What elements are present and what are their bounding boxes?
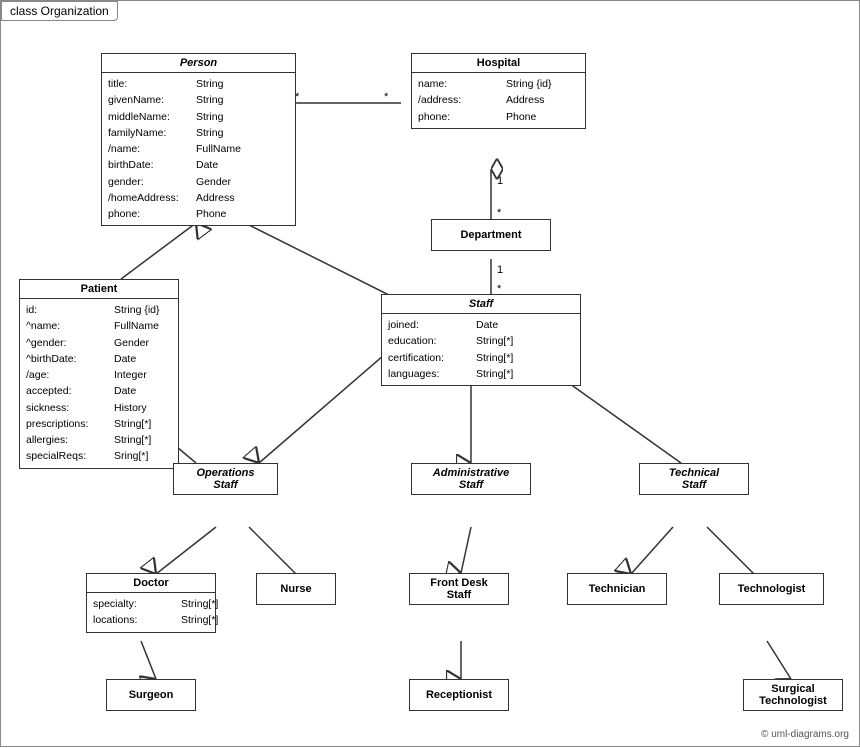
operations-staff-class: OperationsStaff [173, 463, 278, 495]
administrative-staff-class: AdministrativeStaff [411, 463, 531, 495]
staff-title: Staff [382, 295, 580, 314]
technician-title: Technician [576, 580, 658, 598]
surgical-technologist-class: SurgicalTechnologist [743, 679, 843, 711]
staff-class: Staff joined:Date education:String[*] ce… [381, 294, 581, 386]
technologist-title: Technologist [728, 580, 815, 598]
front-desk-staff-class: Front DeskStaff [409, 573, 509, 605]
svg-text:*: * [497, 207, 502, 219]
doctor-title: Doctor [87, 574, 215, 593]
front-desk-staff-title: Front DeskStaff [410, 574, 508, 604]
doctor-class: Doctor specialty:String[*] locations:Str… [86, 573, 216, 633]
administrative-staff-title: AdministrativeStaff [412, 464, 530, 494]
hospital-attrs: name:String {id} /address:Address phone:… [412, 73, 585, 128]
person-attrs: title:String givenName:String middleName… [102, 73, 295, 225]
surgeon-title: Surgeon [115, 686, 187, 704]
hospital-class: Hospital name:String {id} /address:Addre… [411, 53, 586, 129]
patient-class: Patient id:String {id} ^name:FullName ^g… [19, 279, 179, 469]
staff-attrs: joined:Date education:String[*] certific… [382, 314, 580, 385]
technologist-class: Technologist [719, 573, 824, 605]
doctor-attrs: specialty:String[*] locations:String[*] [87, 593, 215, 632]
receptionist-class: Receptionist [409, 679, 509, 711]
patient-title: Patient [20, 280, 178, 299]
hospital-title: Hospital [412, 54, 585, 73]
svg-text:1: 1 [497, 175, 503, 187]
surgical-technologist-title: SurgicalTechnologist [744, 680, 842, 710]
receptionist-title: Receptionist [418, 686, 500, 704]
person-title: Person [102, 54, 295, 73]
nurse-class: Nurse [256, 573, 336, 605]
svg-text:*: * [384, 91, 389, 103]
diagram-title: class Organization [1, 1, 118, 21]
diagram-container: class Organization * * [0, 0, 860, 747]
operations-staff-title: OperationsStaff [174, 464, 277, 494]
department-title: Department [440, 226, 542, 244]
surgeon-class: Surgeon [106, 679, 196, 711]
department-class: Department [431, 219, 551, 251]
technical-staff-class: TechnicalStaff [639, 463, 749, 495]
patient-attrs: id:String {id} ^name:FullName ^gender:Ge… [20, 299, 178, 468]
copyright: © uml-diagrams.org [761, 729, 849, 740]
technician-class: Technician [567, 573, 667, 605]
technical-staff-title: TechnicalStaff [640, 464, 748, 494]
person-class: Person title:String givenName:String mid… [101, 53, 296, 226]
nurse-title: Nurse [265, 580, 327, 598]
svg-text:1: 1 [497, 264, 503, 276]
